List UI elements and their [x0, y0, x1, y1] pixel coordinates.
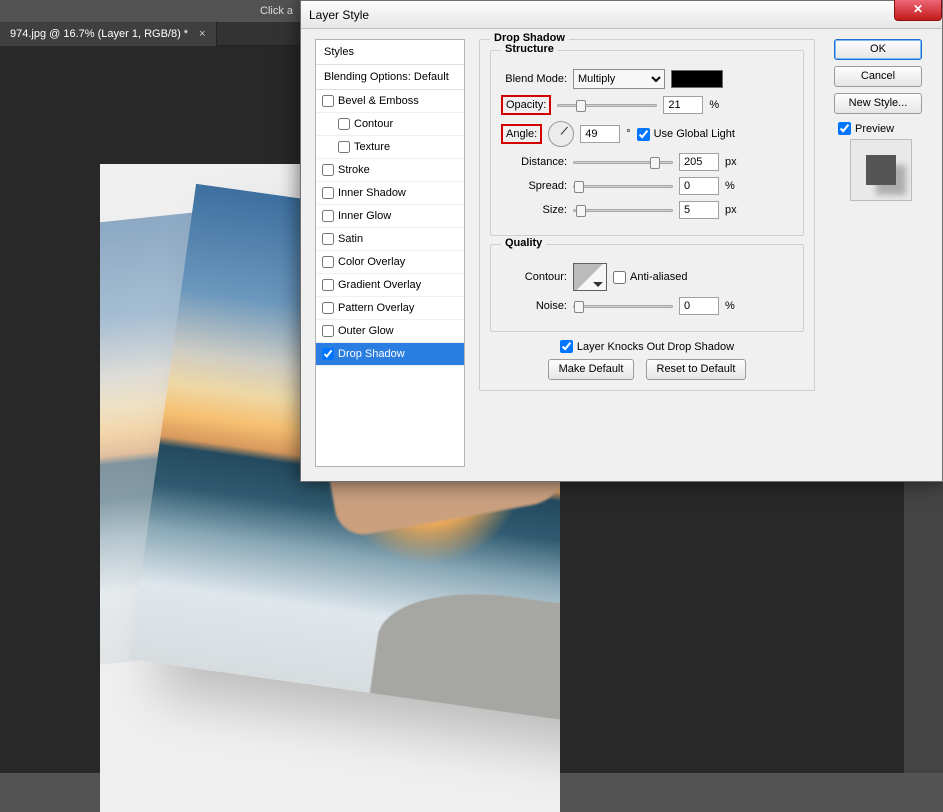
- style-row-satin[interactable]: Satin: [316, 228, 464, 251]
- anti-aliased-checkbox[interactable]: Anti-aliased: [613, 271, 687, 284]
- style-row-gradient-overlay[interactable]: Gradient Overlay: [316, 274, 464, 297]
- contour-label: Contour:: [501, 271, 567, 283]
- quality-legend: Quality: [501, 237, 546, 249]
- style-label: Inner Glow: [338, 210, 391, 222]
- knockout-label: Layer Knocks Out Drop Shadow: [577, 341, 734, 353]
- new-style-button[interactable]: New Style...: [834, 93, 922, 114]
- opacity-unit: %: [709, 99, 719, 111]
- style-checkbox[interactable]: [322, 256, 334, 268]
- knockout-checkbox[interactable]: Layer Knocks Out Drop Shadow: [560, 340, 734, 353]
- style-checkbox[interactable]: [322, 210, 334, 222]
- opacity-input[interactable]: [663, 96, 703, 114]
- style-checkbox[interactable]: [322, 187, 334, 199]
- style-label: Texture: [354, 141, 390, 153]
- style-label: Color Overlay: [338, 256, 405, 268]
- styles-header[interactable]: Styles: [316, 40, 464, 65]
- style-checkbox[interactable]: [322, 325, 334, 337]
- distance-slider[interactable]: [573, 161, 673, 164]
- style-checkbox[interactable]: [322, 164, 334, 176]
- opacity-slider[interactable]: [557, 104, 657, 107]
- document-tab-label: 974.jpg @ 16.7% (Layer 1, RGB/8) *: [10, 28, 188, 40]
- style-row-inner-shadow[interactable]: Inner Shadow: [316, 182, 464, 205]
- noise-input[interactable]: [679, 297, 719, 315]
- close-icon[interactable]: ×: [199, 28, 205, 40]
- style-row-contour[interactable]: Contour: [316, 113, 464, 136]
- style-checkbox[interactable]: [322, 302, 334, 314]
- app-titlebar-fragment: Click a: [260, 5, 293, 17]
- style-checkbox[interactable]: [322, 233, 334, 245]
- style-checkbox[interactable]: [322, 95, 334, 107]
- shadow-color-swatch[interactable]: [671, 70, 723, 88]
- style-row-color-overlay[interactable]: Color Overlay: [316, 251, 464, 274]
- noise-slider[interactable]: [573, 305, 673, 308]
- style-label: Outer Glow: [338, 325, 394, 337]
- style-label: Inner Shadow: [338, 187, 406, 199]
- document-tab[interactable]: 974.jpg @ 16.7% (Layer 1, RGB/8) * ×: [0, 22, 217, 46]
- style-row-texture[interactable]: Texture: [316, 136, 464, 159]
- styles-panel: Styles Blending Options: Default Bevel &…: [315, 39, 465, 467]
- style-label: Pattern Overlay: [338, 302, 414, 314]
- style-label: Contour: [354, 118, 393, 130]
- style-row-pattern-overlay[interactable]: Pattern Overlay: [316, 297, 464, 320]
- preview-label: Preview: [855, 123, 894, 135]
- style-label: Stroke: [338, 164, 370, 176]
- style-label: Gradient Overlay: [338, 279, 421, 291]
- noise-label: Noise:: [501, 300, 567, 312]
- angle-label: Angle:: [501, 124, 542, 144]
- style-label: Bevel & Emboss: [338, 95, 419, 107]
- preview-swatch: [850, 139, 912, 201]
- size-unit: px: [725, 204, 737, 216]
- size-slider[interactable]: [573, 209, 673, 212]
- style-checkbox[interactable]: [338, 141, 350, 153]
- make-default-button[interactable]: Make Default: [548, 359, 635, 380]
- drop-shadow-settings: Drop Shadow Structure Blend Mode: Multip…: [479, 39, 815, 494]
- layer-style-dialog: Layer Style ✕ Styles Blending Options: D…: [300, 0, 943, 482]
- distance-unit: px: [725, 156, 737, 168]
- style-checkbox[interactable]: [338, 118, 350, 130]
- noise-unit: %: [725, 300, 735, 312]
- distance-input[interactable]: [679, 153, 719, 171]
- spread-input[interactable]: [679, 177, 719, 195]
- angle-dial[interactable]: [548, 121, 574, 147]
- style-row-outer-glow[interactable]: Outer Glow: [316, 320, 464, 343]
- style-row-inner-glow[interactable]: Inner Glow: [316, 205, 464, 228]
- use-global-light-label: Use Global Light: [654, 128, 735, 140]
- dialog-titlebar[interactable]: Layer Style ✕: [301, 1, 942, 29]
- reset-default-button[interactable]: Reset to Default: [646, 359, 747, 380]
- spread-label: Spread:: [501, 180, 567, 192]
- angle-input[interactable]: [580, 125, 620, 143]
- window-close-button[interactable]: ✕: [894, 0, 942, 21]
- blend-mode-select[interactable]: Multiply: [573, 69, 665, 89]
- contour-picker[interactable]: [573, 263, 607, 291]
- dialog-right-column: OK Cancel New Style... Preview: [834, 39, 928, 201]
- spread-slider[interactable]: [573, 185, 673, 188]
- style-row-drop-shadow[interactable]: Drop Shadow: [316, 343, 464, 366]
- anti-aliased-label: Anti-aliased: [630, 271, 687, 283]
- structure-legend: Structure: [501, 43, 558, 55]
- style-row-bevel-emboss[interactable]: Bevel & Emboss: [316, 90, 464, 113]
- style-checkbox[interactable]: [322, 279, 334, 291]
- style-label: Satin: [338, 233, 363, 245]
- opacity-label: Opacity:: [501, 95, 551, 115]
- spread-unit: %: [725, 180, 735, 192]
- use-global-light-checkbox[interactable]: Use Global Light: [637, 128, 735, 141]
- size-input[interactable]: [679, 201, 719, 219]
- dialog-title: Layer Style: [309, 8, 369, 22]
- cancel-button[interactable]: Cancel: [834, 66, 922, 87]
- distance-label: Distance:: [501, 156, 567, 168]
- ok-button[interactable]: OK: [834, 39, 922, 60]
- style-checkbox[interactable]: [322, 348, 334, 360]
- style-label: Drop Shadow: [338, 348, 405, 360]
- blending-options-row[interactable]: Blending Options: Default: [316, 65, 464, 90]
- angle-unit: °: [626, 128, 630, 140]
- blend-mode-label: Blend Mode:: [501, 73, 567, 85]
- preview-checkbox[interactable]: Preview: [838, 122, 928, 135]
- style-row-stroke[interactable]: Stroke: [316, 159, 464, 182]
- size-label: Size:: [501, 204, 567, 216]
